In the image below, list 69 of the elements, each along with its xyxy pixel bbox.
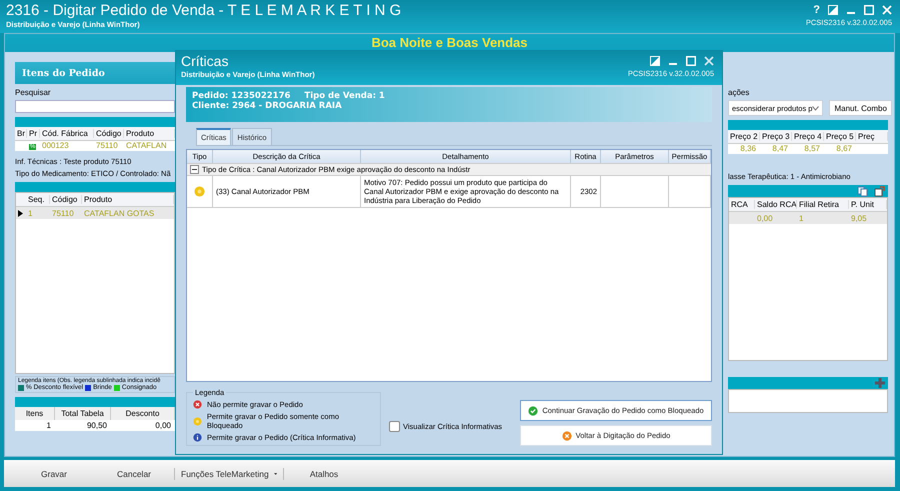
table-cell-text: CATAFLAN [125,141,168,150]
collapse-icon[interactable] [190,165,199,174]
column-header[interactable]: Código [50,195,82,204]
client-name: Cliente: 2964 - DROGARIA RAIA [192,101,343,111]
order-number: Pedido: 1235022176 [192,91,290,101]
menu-button[interactable]: Funções TeleMarketing [174,468,284,480]
table-cell-text: 0,00 [154,420,172,431]
table-cell-text: 8,67 [835,144,853,153]
close-icon[interactable] [704,56,714,66]
error-icon [193,400,202,409]
window-title: 2316 - Digitar Pedido de Venda - T E L E M A R K E T I N G [6,2,402,20]
check-icon [528,406,538,416]
table-cell-text: 1 [27,208,34,218]
column-header[interactable]: Preço 5 [824,132,856,141]
column-header: Total Tabela [55,407,111,420]
table-cell-text: CATAFLAN GOTAS [83,208,156,218]
maximize-icon[interactable] [864,5,874,15]
table-cell-text: 8,57 [803,144,821,153]
column-header[interactable]: Cód. Fábrica [40,129,94,138]
column-header[interactable]: Pr [27,129,40,138]
column-header: Desconto [111,407,175,420]
search-field[interactable] [15,100,175,113]
restore-icon[interactable] [828,5,838,15]
restore-icon[interactable] [650,56,660,66]
search-label: Pesquisar [15,88,52,97]
toolbar-button[interactable]: Gravar [14,468,94,480]
row-pointer-icon [18,210,23,216]
column-header: Itens [15,407,55,420]
add-icon[interactable] [875,378,885,388]
table-cell-text: 9,05 [850,214,868,222]
column-header[interactable]: Produto [82,195,174,204]
greeting-text: Boa Noite e Boas Vendas [371,35,528,50]
table-cell-text: 0,00 [756,214,774,222]
column-header[interactable]: Preço 4 [792,132,824,141]
column-header[interactable]: Preço 2 [728,132,760,141]
options-label: ações [728,88,750,97]
chevron-icon [812,106,820,110]
warning-icon [193,416,202,426]
table-cell-text: 75110 [51,208,75,218]
table-cell-text: 000123 [41,141,70,150]
table-cell-text: 1 [46,420,52,431]
table-cell-text: 8,47 [771,144,789,153]
caret-icon [274,472,277,476]
table-cell-text: 8,36 [739,144,757,153]
checkbox[interactable] [389,421,400,432]
column-header[interactable]: Seq. [26,195,50,204]
column-header[interactable]: Br [15,129,27,138]
table-cell-text: 90,50 [86,420,108,431]
warning-icon [194,186,205,197]
dialog-title: Críticas [181,53,230,70]
info-icon [193,433,202,442]
column-header[interactable]: Preç [856,132,888,141]
sale-type: Tipo de Venda: 1 [304,91,385,101]
help-button[interactable]: ? [813,5,820,15]
column-header[interactable]: Filial Retira [797,200,849,209]
column-header[interactable]: P. Unit [849,200,887,209]
toolbar-button[interactable]: Cancelar [94,468,174,480]
panel-title: Itens do Pedido [22,68,105,78]
toolbar-button[interactable]: Atalhos [284,468,364,480]
column-header[interactable]: RCA [729,200,755,209]
column-header[interactable]: Preço 3 [760,132,792,141]
cancel-icon [562,430,572,440]
combo-button[interactable]: Manut. Combo [829,100,892,116]
column-header[interactable]: Código [94,129,124,138]
copy-icon[interactable] [857,186,868,196]
export-icon[interactable] [874,186,885,196]
table-cell-text: 1 [798,214,804,222]
maximize-icon[interactable] [686,56,696,66]
table-cell-text: 75110 [95,141,119,150]
